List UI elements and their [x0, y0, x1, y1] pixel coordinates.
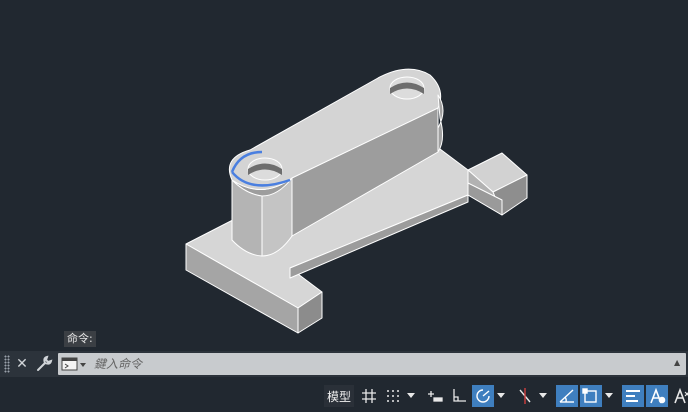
scroll-up-icon[interactable]: ▲	[674, 358, 682, 368]
command-prompt-icon[interactable]	[61, 356, 87, 372]
wrench-icon[interactable]	[34, 354, 54, 374]
dropdown-icon[interactable]	[406, 385, 416, 407]
dropdown-icon[interactable]	[496, 385, 506, 407]
annotation-scale-icon[interactable]	[646, 385, 668, 407]
dropdown-icon[interactable]	[538, 385, 548, 407]
grid-icon[interactable]	[358, 385, 380, 407]
snap-icon[interactable]	[382, 385, 404, 407]
drawing-viewport[interactable]	[0, 0, 688, 350]
command-history: 命令:	[64, 331, 96, 347]
bracket-model[interactable]	[185, 68, 528, 334]
infer-constraints-icon[interactable]	[424, 385, 446, 407]
isometric-draft-icon[interactable]	[514, 385, 536, 407]
model-canvas[interactable]	[0, 0, 688, 350]
command-line-bar: ✕ ▲	[0, 351, 688, 377]
lineweight-icon[interactable]	[622, 385, 644, 407]
status-bar: 模型	[0, 380, 688, 412]
command-input-box[interactable]: ▲	[58, 353, 686, 375]
object-snap-tracking-icon[interactable]	[556, 385, 578, 407]
model-space-button[interactable]: 模型	[324, 385, 354, 407]
command-input[interactable]	[94, 353, 664, 375]
status-toolbar: 模型	[324, 383, 688, 409]
annotation-visibility-icon[interactable]	[670, 385, 688, 407]
dropdown-icon[interactable]	[604, 385, 614, 407]
body-right-cap	[437, 94, 444, 153]
object-snap-icon[interactable]	[580, 385, 602, 407]
ortho-icon[interactable]	[448, 385, 470, 407]
drag-handle-icon[interactable]	[4, 355, 10, 373]
close-icon[interactable]: ✕	[12, 354, 32, 374]
polar-tracking-icon[interactable]	[472, 385, 494, 407]
